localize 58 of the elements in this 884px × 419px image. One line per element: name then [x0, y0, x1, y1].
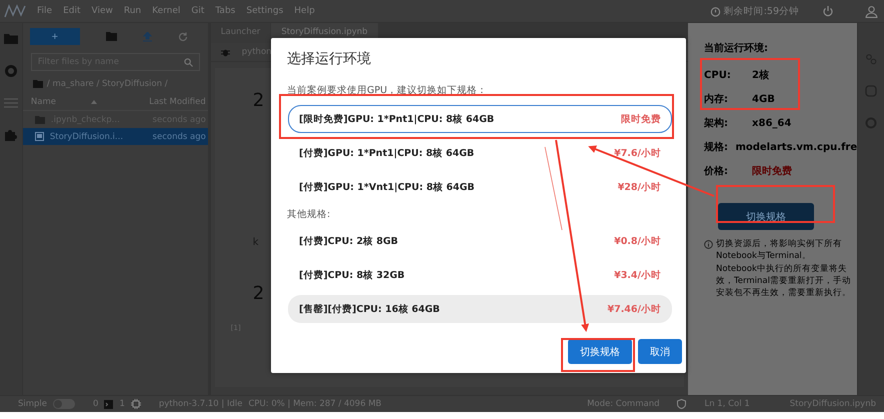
list-icon[interactable]: [4, 98, 18, 108]
folder-icon: [34, 116, 45, 124]
spec-value: 限时免费: [752, 164, 792, 178]
switch-spec-button[interactable]: 切换规格: [718, 203, 814, 230]
menu-item[interactable]: Edit: [63, 6, 80, 16]
user-icon[interactable]: [865, 4, 878, 18]
menu-item[interactable]: Tabs: [215, 6, 236, 16]
refresh-icon[interactable]: [178, 32, 188, 42]
shield-icon: [677, 399, 686, 409]
menu-item[interactable]: File: [37, 6, 52, 16]
switch-spec-button[interactable]: 切换规格: [568, 339, 632, 364]
spec-label: 价格:: [704, 164, 730, 178]
notebook-icon: [34, 132, 44, 141]
spec-option[interactable]: [付费]CPU: 8核 32GB ¥3.4/小时: [288, 261, 672, 289]
power-icon[interactable]: [822, 5, 834, 17]
menu-item[interactable]: Kernel: [152, 6, 180, 16]
sort-icon: [90, 100, 97, 104]
spec-label: 内存:: [704, 92, 730, 106]
note-text: 切换资源后，将影响实例下所有Notebook与Terminal。Notebook中执行的所有变量将失效，Terminal需要重新打开，手动安装包不再生效，需要重新执行。: [716, 238, 852, 300]
dialog-title: 选择运行环境: [287, 50, 372, 68]
bug-icon[interactable]: [220, 48, 230, 56]
search-icon: [184, 58, 193, 67]
folder-icon: [32, 80, 43, 88]
terminal-icon: [104, 400, 114, 408]
spec-value: x86_64: [752, 118, 792, 128]
menu-item[interactable]: Settings: [246, 6, 284, 16]
spec-label: 架构:: [704, 116, 730, 130]
spec-option[interactable]: [付费]GPU: 1*Pnt1|CPU: 8核 64GB ¥7.6/小时: [288, 139, 672, 167]
section-label: 其他规格:: [287, 208, 332, 221]
new-launcher-button[interactable]: +: [30, 28, 80, 45]
menu-item[interactable]: Help: [294, 6, 315, 16]
info-icon: [704, 240, 714, 249]
menu-item[interactable]: View: [92, 6, 113, 16]
spec-option[interactable]: [付费]GPU: 1*Vnt1|CPU: 8核 64GB ¥28/小时: [288, 173, 672, 201]
menu-item[interactable]: Git: [191, 6, 204, 16]
spec-label: 规格:: [704, 140, 730, 154]
running-icon[interactable]: [4, 64, 18, 78]
remaining-time: 剩余时间:59分钟: [724, 4, 799, 18]
menu-item[interactable]: Run: [124, 6, 142, 16]
folder-icon[interactable]: [4, 33, 18, 44]
timer-icon: [710, 6, 721, 16]
spec-value: modelarts.vm.cpu.fre: [735, 142, 858, 152]
spec-label: CPU:: [704, 70, 732, 80]
spec-value: 2核: [752, 68, 769, 82]
dialog-text: 当前案例要求使用GPU，建议切换如下规格：: [287, 84, 488, 97]
file-row[interactable]: StoryDiffusion.i... seconds ago: [22, 128, 208, 145]
new-folder-icon[interactable]: [106, 32, 117, 41]
spec-option[interactable]: [付费]CPU: 2核 8GB ¥0.8/小时: [288, 227, 672, 255]
file-name: StoryDiffusion.i...: [50, 132, 124, 142]
logo-icon: [4, 4, 26, 18]
spec-option[interactable]: [限时免费]GPU: 1*Pnt1|CPU: 8核 64GB 限时免费: [288, 105, 672, 133]
chip-icon: [130, 399, 141, 409]
panel-title: 当前运行环境:: [704, 41, 770, 55]
cancel-button[interactable]: 取消: [638, 339, 682, 364]
upload-icon[interactable]: [142, 32, 152, 42]
spec-value: 4GB: [752, 94, 775, 104]
modified-time: seconds ago: [152, 132, 206, 142]
puzzle-icon[interactable]: [4, 128, 18, 142]
